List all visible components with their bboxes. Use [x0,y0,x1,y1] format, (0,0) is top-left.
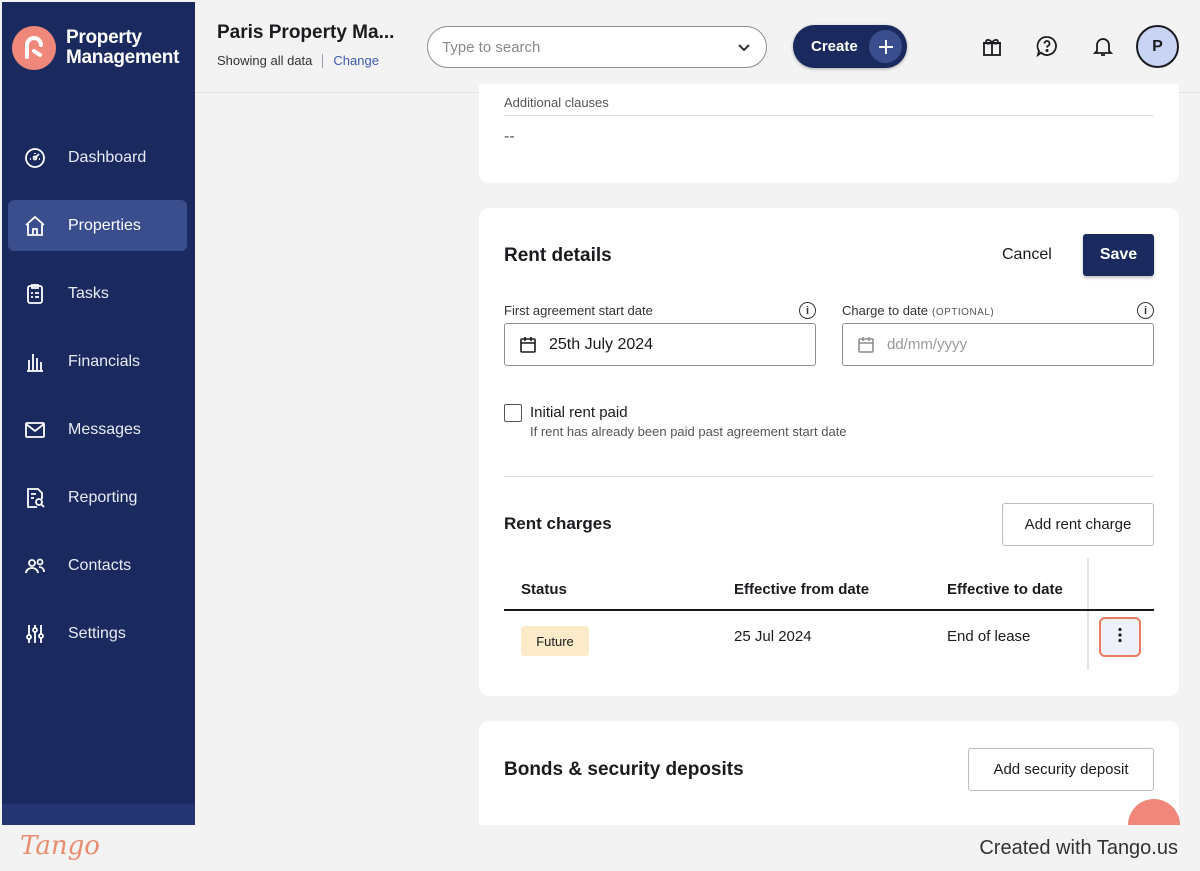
sidebar-item-tasks[interactable]: Tasks [8,268,187,319]
tango-footer: Tango Created with Tango.us [0,825,1200,871]
effective-to-cell: End of lease [947,628,1031,645]
sidebar-item-settings[interactable]: Settings [8,608,187,659]
clauses-card: Additional clauses -- [479,84,1179,183]
account-switcher: Paris Property Ma... Showing all data Ch… [217,22,394,68]
info-icon[interactable]: i [799,302,816,319]
gift-icon[interactable] [979,33,1005,59]
top-bar: Paris Property Ma... Showing all data Ch… [195,0,1200,93]
cancel-button[interactable]: Cancel [1002,246,1052,264]
sidebar-item-label: Reporting [68,488,138,506]
sidebar-item-messages[interactable]: Messages [8,404,187,455]
rent-details-card: Rent details Cancel Save First agreement… [479,208,1179,696]
optional-tag: (OPTIONAL) [932,307,995,318]
calendar-icon [857,336,875,354]
search-box[interactable] [427,26,767,68]
initial-rent-checkbox[interactable] [504,404,522,422]
divider [322,53,324,68]
sidebar-item-contacts[interactable]: Contacts [8,540,187,591]
table-header-divider [504,609,1154,611]
account-scope: Showing all data Change [217,53,394,68]
sidebar-item-properties[interactable]: Properties [8,200,187,251]
column-header-effective-from[interactable]: Effective from date [734,581,869,598]
sidebar-item-label: Financials [68,352,141,370]
column-separator [1087,558,1089,670]
plus-icon [869,30,902,63]
add-rent-charge-button[interactable]: Add rent charge [1002,503,1154,546]
logo-mark-icon [12,26,56,70]
initial-rent-label[interactable]: Initial rent paid [530,404,628,421]
brand-line-1: Property [66,27,142,48]
charge-to-label: Charge to date (OPTIONAL) [842,303,994,318]
divider [504,115,1154,116]
sidebar-item-label: Messages [68,420,141,438]
contacts-icon [22,553,48,579]
report-icon [22,485,48,511]
initial-rent-help: If rent has already been paid past agree… [530,424,847,439]
start-date-label: First agreement start date [504,303,653,318]
status-badge: Future [521,626,589,656]
tango-logo: Tango [20,831,100,861]
divider [504,476,1154,477]
create-label: Create [811,38,858,55]
bonds-title: Bonds & security deposits [504,759,744,780]
charge-to-label-text: Charge to date [842,303,929,318]
sliders-icon [22,621,48,647]
footer-credit: Created with Tango.us [979,837,1178,859]
charge-to-field[interactable]: dd/mm/yyyy [842,323,1154,366]
row-actions-button[interactable] [1099,617,1141,657]
brand-line-2: Management [66,47,180,68]
sidebar-footer [2,804,195,826]
sidebar-item-label: Settings [68,624,126,642]
create-button[interactable]: Create [793,25,907,68]
app-logo[interactable]: Property Management [12,26,179,70]
help-icon[interactable] [1034,33,1060,59]
sidebar-item-label: Tasks [68,284,109,302]
column-header-status[interactable]: Status [521,581,567,598]
column-header-effective-to[interactable]: Effective to date [947,581,1063,598]
sidebar-item-label: Properties [68,216,141,234]
sidebar-item-label: Contacts [68,556,132,574]
sidebar-item-dashboard[interactable]: Dashboard [8,132,187,183]
account-title: Paris Property Ma... [217,22,395,43]
clipboard-icon [22,281,48,307]
sidebar-item-reporting[interactable]: Reporting [8,472,187,523]
rent-details-title: Rent details [504,245,612,266]
home-icon [22,213,48,239]
sidebar-item-financials[interactable]: Financials [8,336,187,387]
start-date-field[interactable]: 25th July 2024 [504,323,816,366]
bonds-card: Bonds & security deposits Add security d… [479,721,1179,841]
sidebar: Property Management Dashboard Properties… [2,2,195,826]
mail-icon [22,417,48,443]
bell-icon[interactable] [1090,33,1116,59]
more-vertical-icon [1117,627,1123,648]
charge-to-placeholder: dd/mm/yyyy [887,336,968,353]
avatar[interactable]: P [1136,25,1179,68]
search-input[interactable] [442,38,712,56]
sidebar-item-label: Dashboard [68,148,147,166]
clauses-label: Additional clauses [504,95,609,110]
clauses-value: -- [504,128,515,145]
bank-icon [22,349,48,375]
scope-text: Showing all data [217,53,313,68]
change-link[interactable]: Change [333,53,379,68]
calendar-icon [519,336,537,354]
info-icon[interactable]: i [1137,302,1154,319]
start-date-value: 25th July 2024 [549,335,654,353]
add-security-deposit-button[interactable]: Add security deposit [968,748,1154,791]
save-button[interactable]: Save [1083,234,1154,276]
rent-charges-title: Rent charges [504,514,612,533]
chevron-down-icon[interactable] [736,39,752,60]
effective-from-cell: 25 Jul 2024 [734,628,812,645]
sidebar-nav: Dashboard Properties Tasks Financials Me… [8,132,187,676]
brand-name: Property Management [66,28,179,68]
dashboard-icon [22,145,48,171]
